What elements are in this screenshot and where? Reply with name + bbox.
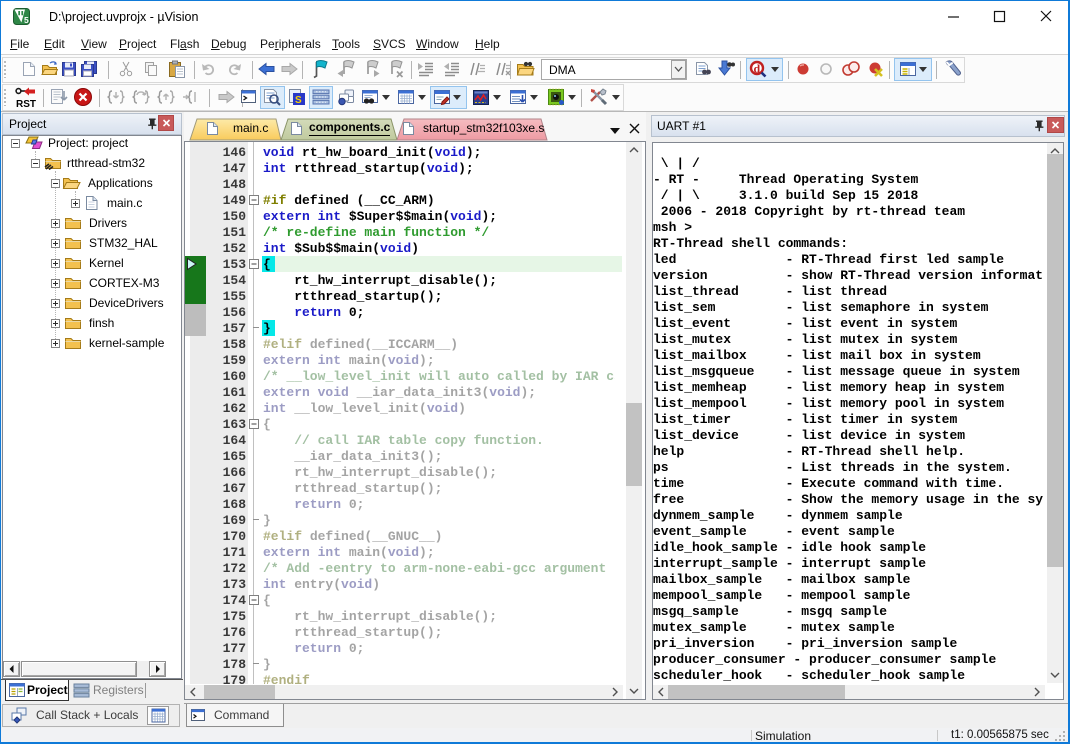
svg-text:RST: RST bbox=[16, 99, 36, 109]
svg-text:5: 5 bbox=[24, 15, 29, 25]
svg-text:S: S bbox=[295, 95, 302, 106]
svg-text:d: d bbox=[754, 62, 761, 76]
